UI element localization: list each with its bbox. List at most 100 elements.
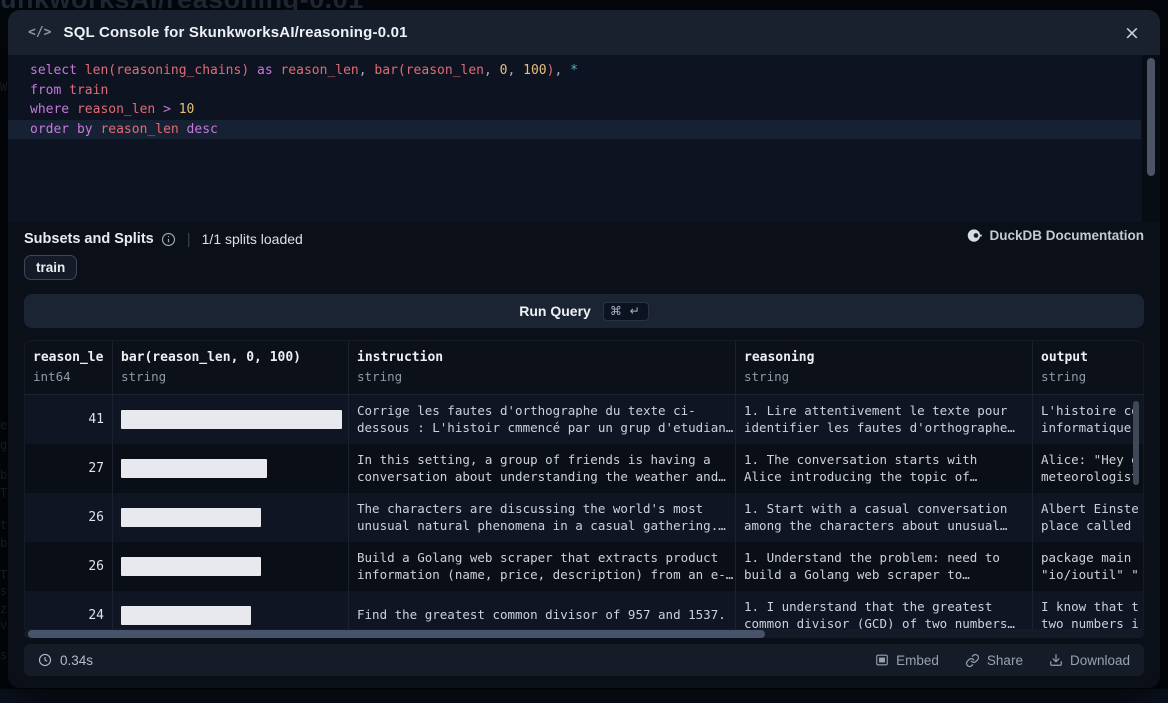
sql-token: , bbox=[507, 63, 523, 78]
sql-token: len(reasoning_chains) bbox=[85, 63, 249, 78]
share-button[interactable]: Share bbox=[965, 653, 1023, 668]
sql-token: train bbox=[69, 83, 108, 98]
download-button[interactable]: Download bbox=[1049, 653, 1130, 668]
sql-code-line[interactable]: select len(reasoning_chains) as reason_l… bbox=[8, 61, 1141, 81]
cell-line: meteorologist bbox=[1041, 469, 1144, 486]
column-header-bar-reason-len-0-100: bar(reason_len, 0, 100) string bbox=[113, 341, 349, 394]
keyboard-shortcut-badge: ⌘ ↵ bbox=[603, 302, 649, 321]
sql-code-line[interactable]: order by reason_len desc bbox=[8, 120, 1141, 140]
cell-instruction: Corrige les fautes d'orthographe du text… bbox=[349, 395, 736, 444]
bar-glyph bbox=[121, 557, 261, 576]
table-row[interactable]: 26Build a Golang web scraper that extrac… bbox=[25, 542, 1143, 591]
cell-instruction: Find the greatest common divisor of 957 … bbox=[349, 591, 736, 630]
cell-line: informatique bbox=[1041, 420, 1144, 437]
page-backdrop: SkunkworksAI/reasoning-0.01 WegbThthabaT… bbox=[0, 0, 1168, 703]
column-type: string bbox=[357, 369, 727, 384]
background-bottom-strip bbox=[0, 689, 1168, 703]
cell-line: place called bbox=[1041, 518, 1144, 535]
table-body: 41Corrige les fautes d'orthographe du te… bbox=[25, 395, 1143, 630]
duckdb-documentation-link[interactable]: DuckDB Documentation bbox=[967, 228, 1144, 243]
subsets-label: Subsets and Splits bbox=[24, 231, 154, 247]
background-fragment: v bbox=[0, 618, 7, 632]
cell-line: In this setting, a group of friends is h… bbox=[357, 452, 727, 469]
table-row[interactable]: 27 In this setting, a group of friends is… bbox=[25, 444, 1143, 493]
sql-token: 100 bbox=[523, 63, 546, 78]
run-query-button[interactable]: Run Query ⌘ ↵ bbox=[24, 294, 1144, 328]
modal-title: SQL Console for SkunkworksAI/reasoning-0… bbox=[63, 24, 407, 41]
cell-instruction: The characters are discussing the world'… bbox=[349, 493, 736, 542]
cell-line: dessous : L'histoir cmmencé par un grup … bbox=[357, 420, 727, 437]
horizontal-scrollbar-thumb[interactable] bbox=[28, 630, 765, 638]
cell-line: Alice: "Hey g bbox=[1041, 452, 1144, 469]
column-header-reasoning: reasoningstring bbox=[736, 341, 1033, 394]
sql-code[interactable]: select len(reasoning_chains) as reason_l… bbox=[8, 55, 1160, 139]
cell-line: The characters are discussing the world'… bbox=[357, 501, 727, 518]
background-fragment: W bbox=[0, 80, 7, 94]
cell-reason-len: 24 bbox=[25, 591, 113, 630]
sql-code-line[interactable]: where reason_len > 10 bbox=[8, 100, 1141, 120]
cell-line: Corrige les fautes d'orthographe du text… bbox=[357, 403, 727, 420]
editor-scrollbar-thumb[interactable] bbox=[1147, 58, 1155, 176]
split-chips: train bbox=[24, 255, 77, 280]
column-name: bar(reason_len, 0, 100) bbox=[121, 350, 340, 365]
cell-reason-len: 27 bbox=[25, 444, 113, 493]
sql-editor[interactable]: select len(reasoning_chains) as reason_l… bbox=[8, 55, 1160, 222]
column-type: int64 bbox=[33, 369, 104, 384]
column-name: instruction bbox=[357, 350, 727, 365]
sql-token: order bbox=[30, 122, 77, 137]
sql-token: reason_len bbox=[100, 122, 186, 137]
duckdb-logo-icon bbox=[967, 228, 982, 243]
cell-line: I know that t bbox=[1041, 599, 1144, 616]
cell-line: build a Golang web scraper to… bbox=[744, 567, 1024, 584]
background-fragment: z bbox=[0, 602, 7, 616]
sql-token: as bbox=[249, 63, 280, 78]
split-chip-train[interactable]: train bbox=[24, 255, 77, 280]
cell-line: package main bbox=[1041, 550, 1144, 567]
cell-reasoning: 1. The conversation starts withAlice int… bbox=[736, 444, 1033, 493]
cell-output: I know that ttwo numbers i bbox=[1033, 591, 1144, 630]
sql-token: select bbox=[30, 63, 85, 78]
run-query-label: Run Query bbox=[519, 303, 591, 319]
table-header-row: reason_len int64 bar(reason_len, 0, 100) st… bbox=[25, 341, 1143, 395]
info-icon[interactable] bbox=[161, 232, 176, 247]
table-row[interactable]: 41Corrige les fautes d'orthographe du te… bbox=[25, 395, 1143, 444]
cell-line: Find the greatest common divisor of 957 … bbox=[357, 607, 727, 624]
footer-actions: Embed Share bbox=[875, 653, 1130, 668]
column-name: reason_len bbox=[33, 350, 104, 365]
cell-line: Albert Einste bbox=[1041, 501, 1144, 518]
cell-output: L'histoire coinformatique bbox=[1033, 395, 1144, 444]
cell-output: Alice: "Hey gmeteorologist bbox=[1033, 444, 1144, 493]
sql-token: > bbox=[163, 102, 179, 117]
cell-instruction: In this setting, a group of friends is h… bbox=[349, 444, 736, 493]
cell-line: two numbers i bbox=[1041, 616, 1144, 631]
background-fragment: e bbox=[0, 418, 7, 432]
horizontal-scrollbar-track[interactable] bbox=[24, 630, 1144, 638]
sql-console-modal: </> SQL Console for SkunkworksAI/reasoni… bbox=[8, 10, 1160, 688]
cell-line: information (name, price, description) f… bbox=[357, 567, 727, 584]
duckdb-documentation-label: DuckDB Documentation bbox=[989, 228, 1144, 243]
cell-line: among the characters about unusual… bbox=[744, 518, 1024, 535]
column-type: string bbox=[121, 369, 340, 384]
editor-scrollbar-track[interactable] bbox=[1142, 55, 1160, 222]
cell-reasoning: 1. Lire attentivement le texte pourident… bbox=[736, 395, 1033, 444]
bar-glyph bbox=[121, 508, 261, 527]
close-button[interactable]: × bbox=[1120, 21, 1144, 45]
background-fragment: g bbox=[0, 438, 7, 452]
splits-loaded-status: 1/1 splits loaded bbox=[202, 231, 303, 247]
embed-button[interactable]: Embed bbox=[875, 653, 939, 668]
query-duration: 0.34s bbox=[38, 653, 93, 668]
code-icon: </> bbox=[28, 25, 51, 40]
cell-bar bbox=[113, 395, 349, 444]
column-header-instruction: instruction string bbox=[349, 341, 736, 394]
cell-line: Build a Golang web scraper that extracts… bbox=[357, 550, 727, 567]
background-fragment: b bbox=[0, 468, 7, 482]
cell-line: Alice introducing the topic of… bbox=[744, 469, 1024, 486]
sql-token: desc bbox=[187, 122, 218, 137]
table-scrollbar-thumb[interactable] bbox=[1133, 401, 1139, 485]
embed-icon bbox=[875, 653, 889, 667]
bar-glyph bbox=[121, 410, 342, 429]
table-row[interactable]: 24 Find the greatest common divisor of 95… bbox=[25, 591, 1143, 630]
subsets-and-splits-row: Subsets and Splits | 1/1 splits loaded bbox=[24, 228, 1144, 250]
sql-code-line[interactable]: from train bbox=[8, 81, 1141, 101]
table-row[interactable]: 26The characters are discussing the worl… bbox=[25, 493, 1143, 542]
